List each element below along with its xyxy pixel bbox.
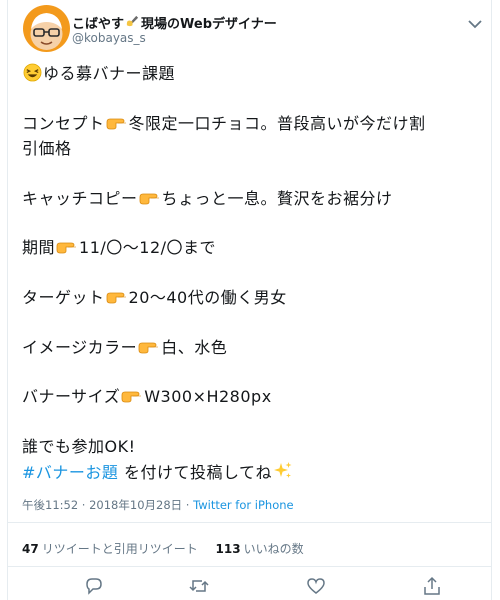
tweet-timestamp[interactable]: 午後11:52 · 2018年10月28日 · (22, 498, 193, 512)
engagement-stats: 47 リツイートと引用リツイート 113 いいねの数 (22, 540, 304, 557)
tweet-line: 引価格 (22, 139, 72, 158)
display-name: こばやす (72, 17, 125, 32)
pointing-right-emoji (121, 387, 143, 411)
retweets-stat[interactable]: 47 リツイートと引用リツイート (22, 540, 198, 557)
tweet-line: コンセプト 冬限定一口チョコ。普段高いが今だけ割 (22, 113, 426, 138)
hashtag-link[interactable]: #バナーお題 (22, 463, 118, 482)
tweet-line: ターゲット 20～40代の働く男女 (22, 287, 287, 312)
share-icon[interactable] (421, 576, 443, 596)
reply-icon[interactable] (83, 576, 105, 596)
tweet-line: ゆる募バナー課題 (22, 63, 175, 88)
author-handle[interactable]: @kobayas_s (72, 31, 146, 45)
avatar[interactable] (23, 5, 70, 52)
laughing-face-emoji (23, 63, 42, 88)
tweet-line: #バナーお題 を付けて投稿してね (22, 461, 294, 487)
likes-stat[interactable]: 113 いいねの数 (216, 540, 304, 557)
sparkles-emoji (273, 461, 293, 487)
retweet-icon[interactable] (188, 576, 210, 596)
pointing-right-emoji (56, 238, 78, 262)
pointing-right-emoji (106, 288, 128, 312)
frame-border-right (491, 0, 492, 600)
divider (8, 566, 491, 567)
pointing-right-emoji (138, 338, 160, 362)
tweet-meta: 午後11:52 · 2018年10月28日 · Twitter for iPho… (22, 497, 294, 513)
tweet-line: バナーサイズ W300×H280px (22, 386, 272, 411)
pointing-right-emoji (139, 189, 161, 213)
pointing-right-emoji (106, 114, 128, 138)
heart-icon[interactable] (305, 576, 327, 596)
frame-border-left (7, 0, 8, 600)
tweet-line: 誰でも参加OK! (22, 437, 136, 456)
tweet-line: 期間 11/〇～12/〇まで (22, 237, 216, 262)
display-name-suffix: 現場のWebデザイナー (141, 17, 277, 32)
tweet-line: イメージカラー 白、水色 (22, 337, 227, 362)
divider (8, 522, 491, 523)
writing-hand-emoji (125, 13, 140, 32)
tweet-source[interactable]: Twitter for iPhone (193, 498, 294, 512)
tweet-page: こばやす 現場のWebデザイナー @kobayas_s ゆる募バナー課題 コンセ… (0, 0, 500, 600)
tweet-line: キャッチコピー ちょっと一息。贅沢をお裾分け (22, 188, 393, 213)
chevron-down-icon[interactable] (467, 14, 483, 29)
author-name[interactable]: こばやす 現場のWebデザイナー (72, 13, 277, 32)
